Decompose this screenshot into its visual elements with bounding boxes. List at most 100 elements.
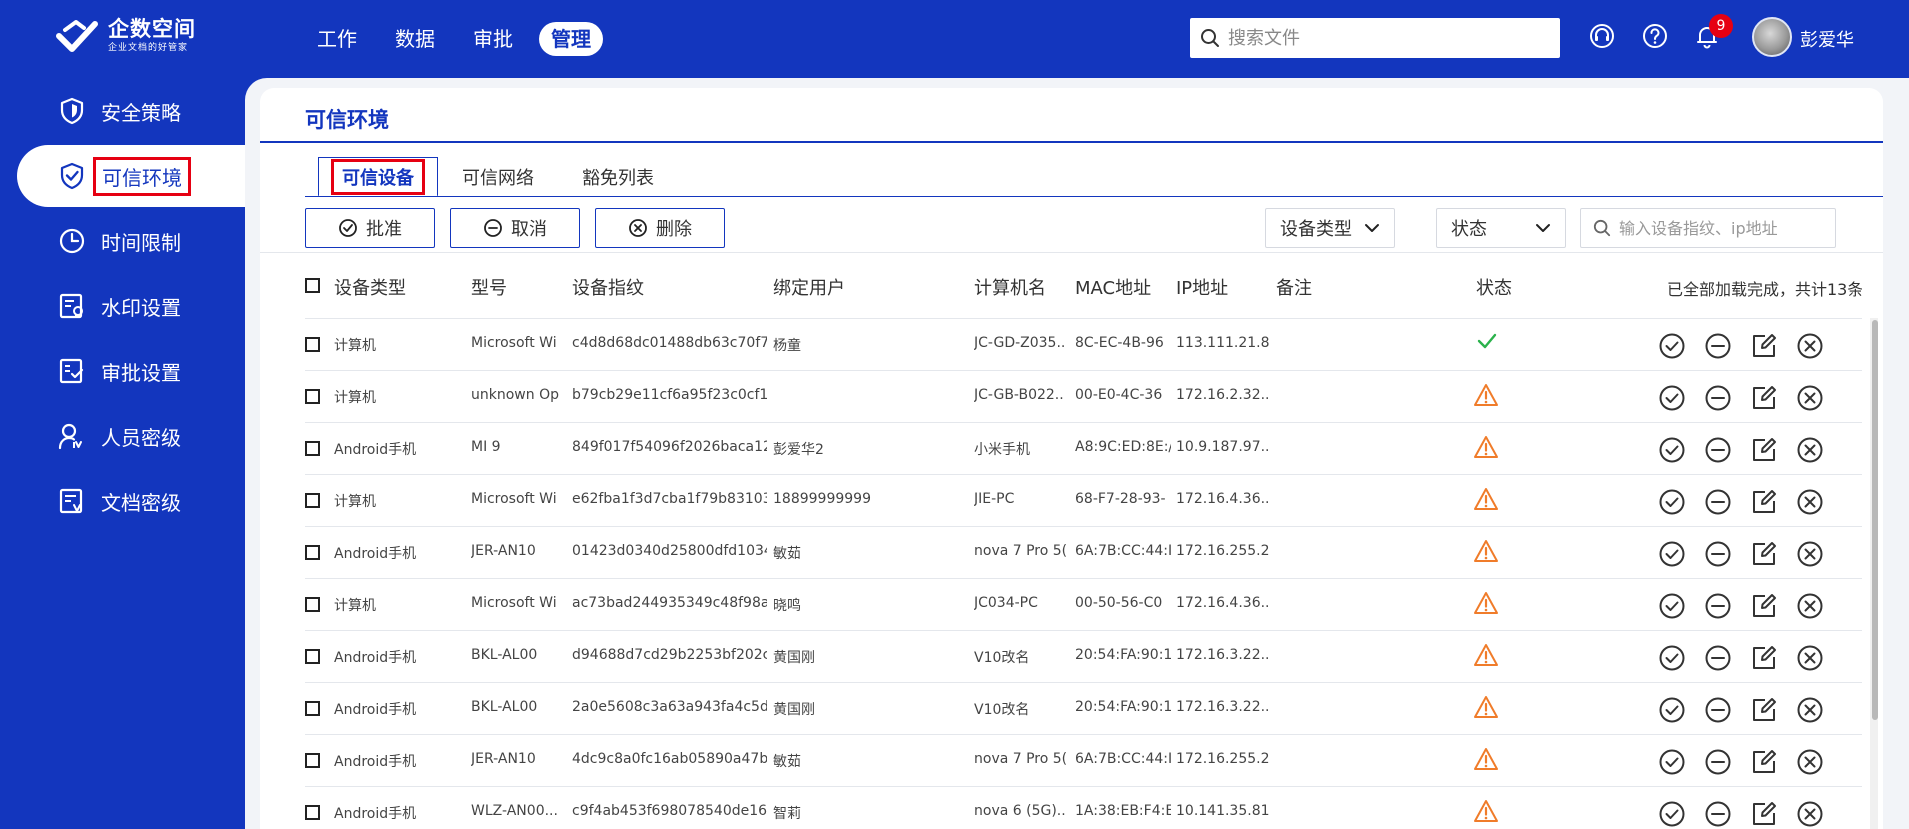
sidebar-item-6[interactable]: 文档密级 <box>17 470 245 532</box>
cancel-action-icon[interactable] <box>1703 487 1733 517</box>
delete-action-icon[interactable] <box>1795 331 1825 361</box>
header-model[interactable]: 型号 <box>471 274 507 300</box>
row-checkbox[interactable] <box>305 701 320 716</box>
sidebar-item-0[interactable]: 安全策略 <box>17 80 245 142</box>
row-checkbox[interactable] <box>305 805 320 820</box>
edit-action-icon[interactable] <box>1749 799 1779 829</box>
header-device-type[interactable]: 设备类型 <box>334 274 406 300</box>
edit-action-icon[interactable] <box>1749 487 1779 517</box>
table-row[interactable]: Android手机 BKL-AL00 d94688d7cd29b2253bf202c… <box>305 631 1862 683</box>
row-checkbox[interactable] <box>305 493 320 508</box>
row-checkbox[interactable] <box>305 649 320 664</box>
row-checkbox[interactable] <box>305 597 320 612</box>
cancel-action-icon[interactable] <box>1703 331 1733 361</box>
nav-item-3[interactable]: 管理 <box>539 22 603 56</box>
edit-action-icon[interactable] <box>1749 591 1779 621</box>
edit-action-icon[interactable] <box>1749 695 1779 725</box>
nav-item-1[interactable]: 数据 <box>383 22 447 56</box>
device-search-input[interactable] <box>1619 218 1829 238</box>
delete-action-icon[interactable] <box>1795 799 1825 829</box>
sidebar-item-2[interactable]: 时间限制 <box>17 210 245 272</box>
edit-action-icon[interactable] <box>1749 643 1779 673</box>
cancel-action-icon[interactable] <box>1703 383 1733 413</box>
approve-action-icon[interactable] <box>1657 331 1687 361</box>
table-row[interactable]: Android手机 MI 9 849f017f54096f2026baca12 彭爱华… <box>305 423 1862 475</box>
approve-action-icon[interactable] <box>1657 695 1687 725</box>
edit-action-icon[interactable] <box>1749 383 1779 413</box>
sidebar-item-4[interactable]: 审批设置 <box>17 340 245 402</box>
cancel-action-icon[interactable] <box>1703 435 1733 465</box>
delete-action-icon[interactable] <box>1795 695 1825 725</box>
row-checkbox[interactable] <box>305 545 320 560</box>
edit-action-icon[interactable] <box>1749 435 1779 465</box>
delete-action-icon[interactable] <box>1795 383 1825 413</box>
approve-button-label: 批准 <box>366 219 402 240</box>
device-search[interactable] <box>1580 208 1836 248</box>
cancel-button[interactable]: 取消 <box>450 208 580 248</box>
header-bound-user[interactable]: 绑定用户 <box>773 274 845 300</box>
sidebar-item-5[interactable]: 人员密级 <box>17 405 245 467</box>
approve-action-icon[interactable] <box>1657 487 1687 517</box>
delete-action-icon[interactable] <box>1795 487 1825 517</box>
approve-action-icon[interactable] <box>1657 435 1687 465</box>
nav-item-2[interactable]: 审批 <box>461 22 525 56</box>
table-row[interactable]: 计算机 Microsoft Wi e62fba1f3d7cba1f79b83103 1… <box>305 475 1862 527</box>
global-search[interactable] <box>1190 18 1560 58</box>
tab-1[interactable]: 可信网络 <box>438 157 558 197</box>
delete-action-icon[interactable] <box>1795 643 1825 673</box>
table-row[interactable]: Android手机 WLZ-AN00... c9f4ab453f698078540d… <box>305 787 1862 829</box>
approve-action-icon[interactable] <box>1657 747 1687 777</box>
scrollbar-thumb[interactable] <box>1872 320 1878 720</box>
sidebar-item-1[interactable]: 可信环境 <box>17 145 245 207</box>
sidebar-item-3[interactable]: 水印设置 <box>17 275 245 337</box>
help-icon[interactable] <box>1641 22 1669 50</box>
delete-action-icon[interactable] <box>1795 747 1825 777</box>
table-row[interactable]: Android手机 JER-AN10 4dc9c8a0fc16ab05890a47b… <box>305 735 1862 787</box>
edit-action-icon[interactable] <box>1749 539 1779 569</box>
row-checkbox[interactable] <box>305 441 320 456</box>
approve-action-icon[interactable] <box>1657 591 1687 621</box>
header-computer-name[interactable]: 计算机名 <box>974 274 1046 300</box>
table-row[interactable]: 计算机 Microsoft Wi ac73bad244935349c48f98a(晓… <box>305 579 1862 631</box>
delete-button[interactable]: 删除 <box>595 208 725 248</box>
delete-action-icon[interactable] <box>1795 539 1825 569</box>
avatar[interactable] <box>1752 17 1792 57</box>
approve-action-icon[interactable] <box>1657 383 1687 413</box>
username[interactable]: 彭爱华 <box>1800 26 1854 52</box>
delete-action-icon[interactable] <box>1795 435 1825 465</box>
tab-0[interactable]: 可信设备 <box>318 157 438 197</box>
header-remark[interactable]: 备注 <box>1276 274 1312 300</box>
approve-action-icon[interactable] <box>1657 539 1687 569</box>
tab-2[interactable]: 豁免列表 <box>558 157 678 197</box>
headset-icon[interactable] <box>1588 22 1616 50</box>
cancel-action-icon[interactable] <box>1703 747 1733 777</box>
table-row[interactable]: Android手机 BKL-AL00 2a0e5608c3a63a943fa4c5d… <box>305 683 1862 735</box>
approve-button[interactable]: 批准 <box>305 208 435 248</box>
row-checkbox[interactable] <box>305 337 320 352</box>
cancel-action-icon[interactable] <box>1703 643 1733 673</box>
header-status[interactable]: 状态 <box>1476 274 1512 300</box>
device-type-dropdown[interactable]: 设备类型 <box>1265 208 1395 248</box>
cancel-action-icon[interactable] <box>1703 591 1733 621</box>
header-fingerprint[interactable]: 设备指纹 <box>572 274 644 300</box>
delete-action-icon[interactable] <box>1795 591 1825 621</box>
table-row[interactable]: 计算机 Microsoft Wi c4d8d68dc01488db63c70f7 杨童… <box>305 319 1862 371</box>
cancel-action-icon[interactable] <box>1703 695 1733 725</box>
app-logo[interactable]: 企数空间 企业文档的好管家 <box>56 18 196 54</box>
cancel-action-icon[interactable] <box>1703 799 1733 829</box>
global-search-input[interactable] <box>1228 27 1548 49</box>
edit-action-icon[interactable] <box>1749 747 1779 777</box>
approve-action-icon[interactable] <box>1657 799 1687 829</box>
row-checkbox[interactable] <box>305 753 320 768</box>
status-dropdown[interactable]: 状态 <box>1436 208 1566 248</box>
select-all-checkbox[interactable] <box>305 278 320 293</box>
edit-action-icon[interactable] <box>1749 331 1779 361</box>
approve-action-icon[interactable] <box>1657 643 1687 673</box>
table-row[interactable]: 计算机 unknown Op b79cb29e11cf6a95f23c0cf17 JC… <box>305 371 1862 423</box>
nav-item-0[interactable]: 工作 <box>305 22 369 56</box>
row-checkbox[interactable] <box>305 389 320 404</box>
cancel-action-icon[interactable] <box>1703 539 1733 569</box>
header-ip[interactable]: IP地址 <box>1176 274 1228 300</box>
header-mac[interactable]: MAC地址 <box>1075 274 1151 300</box>
table-row[interactable]: Android手机 JER-AN10 01423d0340d25800dfd1034… <box>305 527 1862 579</box>
